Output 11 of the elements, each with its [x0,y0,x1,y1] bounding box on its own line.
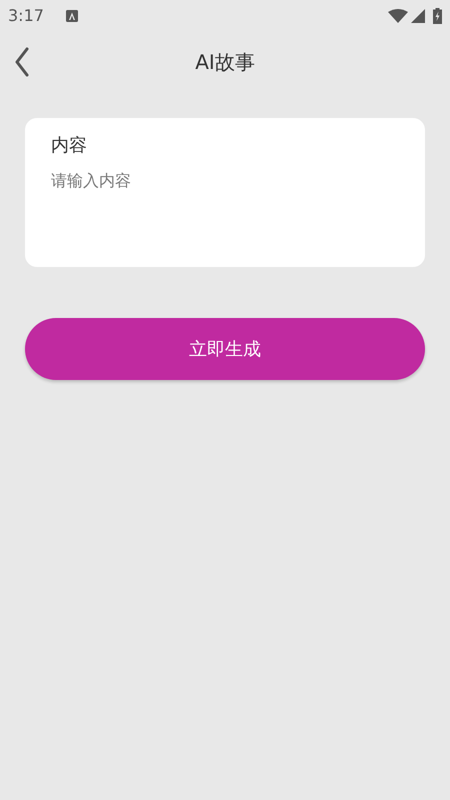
notification-icon [66,10,78,22]
generate-button[interactable]: 立即生成 [25,318,425,380]
status-time: 3:17 [8,5,44,27]
chevron-left-icon[interactable] [15,47,29,77]
wifi-icon [388,9,408,23]
battery-icon [433,8,442,24]
content-label: 内容 [51,134,88,158]
page-title: AI故事 [195,49,255,76]
content-field[interactable]: 内容 请输入内容 [25,118,425,267]
content-input[interactable]: 请输入内容 [51,169,399,255]
signal-icon [411,9,425,23]
